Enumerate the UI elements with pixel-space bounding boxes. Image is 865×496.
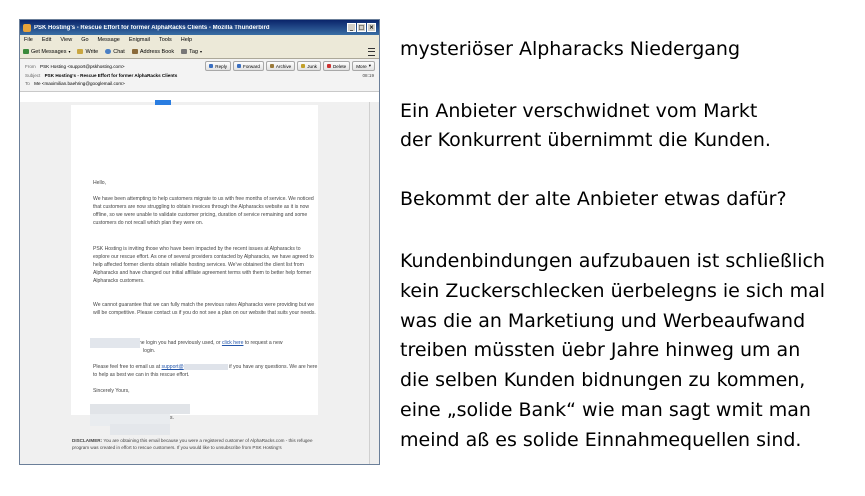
signature-suffix: s. [170, 415, 174, 421]
chevron-down-icon: ▾ [68, 49, 71, 54]
email-paragraph-3: We cannot guarantee that we can fully ma… [93, 302, 316, 316]
tag-label: Tag [189, 48, 198, 55]
from-value[interactable]: PSK Hosting <support@pskhosting.com> [40, 64, 125, 69]
notes-question: Bekommt der alte Anbieter etwas dafür? [400, 188, 787, 210]
forward-label: Forward [243, 63, 260, 69]
notes-line: was die an Marketiung und Werbeaufwand [400, 310, 806, 332]
notes-line: meind aß es solide Einnahmequellen sind. [400, 429, 802, 451]
write-label: Write [85, 48, 99, 55]
delete-label: Delete [332, 63, 347, 69]
junk-icon [301, 64, 306, 68]
reply-icon [209, 64, 214, 68]
download-icon [23, 49, 29, 54]
message-actions: Reply Forward Archive Junk Delete More ▾ [203, 61, 375, 71]
main-toolbar: Get Messages ▾ Write Chat Address Book T… [20, 45, 379, 59]
email-paragraph-2: PSK Hosting is inviting those who have b… [93, 246, 314, 284]
junk-label: Junk [307, 63, 317, 69]
message-scrollbar[interactable] [369, 102, 379, 464]
notes-line: Ein Anbieter verschwidnet vom Markt [400, 100, 758, 122]
email-closing: Sincerely Yours, [93, 388, 130, 394]
tag-icon [181, 49, 188, 54]
menubar: File Edit View Go Message Enigmail Tools… [20, 35, 379, 45]
subject-label: Subject [25, 73, 41, 78]
menu-help[interactable]: Help [181, 37, 192, 43]
email-content: Hello, We have been attempting to help c… [71, 105, 318, 415]
menu-tools[interactable]: Tools [159, 37, 172, 43]
window-titlebar: PSK Hosting's - Rescue Effort for former… [20, 20, 379, 35]
email-greeting: Hello, [93, 180, 107, 186]
header-to: To Me <maximilian.baehring@googlemail.co… [25, 81, 125, 86]
address-book-icon [131, 49, 138, 54]
email-text: to request a new [243, 340, 283, 346]
archive-icon [269, 64, 274, 68]
address-book-button[interactable]: Address Book [131, 48, 175, 55]
from-label: From [25, 64, 36, 69]
redacted-signature [110, 424, 170, 435]
minimize-button[interactable]: _ [347, 23, 356, 32]
address-book-label: Address Book [139, 48, 175, 55]
chat-bubble-icon [105, 49, 112, 54]
email-paragraph-4-line-2: login. [143, 348, 156, 354]
header-subject: Subject PSK Hosting's - Rescue Effort fo… [25, 73, 177, 78]
forward-icon [237, 64, 242, 68]
thunderbird-window: PSK Hosting's - Rescue Effort for former… [19, 19, 380, 465]
to-label: To [25, 81, 30, 86]
message-time: 08:19 [362, 73, 375, 78]
subject-value: PSK Hosting's - Rescue Effort for former… [44, 73, 178, 78]
redacted-email-domain [183, 363, 228, 370]
email-paragraph-1: We have been attempting to help customer… [93, 196, 314, 226]
chevron-down-icon: ▾ [368, 63, 371, 68]
junk-button[interactable]: Junk [297, 61, 321, 71]
more-button[interactable]: More ▾ [352, 61, 375, 71]
menu-file[interactable]: File [24, 37, 33, 43]
get-messages-button[interactable]: Get Messages ▾ [23, 49, 70, 55]
header-from: From PSK Hosting <support@pskhosting.com… [25, 64, 125, 69]
menu-message[interactable]: Message [98, 37, 120, 43]
chat-button[interactable]: Chat [105, 49, 125, 55]
menu-view[interactable]: View [60, 37, 72, 43]
email-disclaimer: DISCLAIMER: You are obtaining this email… [72, 437, 322, 451]
pencil-icon [77, 49, 84, 54]
notes-line: Kundenbindungen aufzubauen ist schließli… [400, 250, 825, 272]
notes-title: mysteriöser Alpharacks Niedergang [400, 38, 741, 60]
notes-line: die selben Kunden bidnungen zu kommen, [400, 369, 806, 391]
window-title: PSK Hosting's - Rescue Effort for former… [34, 24, 270, 31]
delete-button[interactable]: Delete [322, 61, 351, 71]
notes-line: eine „solide Bank“ wie man sagt wmit man [400, 399, 811, 421]
support-email-link[interactable]: support@ [162, 364, 184, 370]
get-messages-label: Get Messages [31, 48, 67, 55]
to-value[interactable]: Me <maximilian.baehring@googlemail.com> [34, 81, 125, 86]
message-header: Reply Forward Archive Junk Delete More ▾ … [20, 59, 379, 92]
reply-label: Reply [215, 63, 228, 69]
disclaimer-text: You are obtaining this email because you… [72, 438, 313, 450]
menu-enigmail[interactable]: Enigmail [129, 37, 150, 43]
email-paragraph-5: Please feel free to email us at support@… [93, 363, 318, 379]
tag-button[interactable]: Tag ▾ [181, 49, 202, 55]
delete-icon [326, 64, 331, 68]
email-text: Please feel free to email us at [93, 364, 162, 370]
chat-label: Chat [113, 48, 125, 55]
forward-button[interactable]: Forward [233, 61, 264, 71]
disclaimer-label: DISCLAIMER: [72, 438, 103, 443]
menu-go[interactable]: Go [81, 37, 88, 43]
archive-button[interactable]: Archive [265, 61, 296, 71]
redacted-login-pixel [90, 338, 140, 348]
notes-line: der Konkurrent übernimmt die Kunden. [400, 129, 771, 151]
close-button[interactable]: × [367, 23, 376, 32]
click-here-link[interactable]: click here [222, 340, 244, 346]
menu-edit[interactable]: Edit [42, 37, 51, 43]
reply-button[interactable]: Reply [205, 61, 232, 71]
write-button[interactable]: Write [77, 49, 98, 55]
hamburger-menu-icon[interactable] [368, 48, 375, 56]
more-label: More [356, 63, 367, 69]
archive-label: Archive [275, 63, 292, 69]
notes-line: treiben müssten üebr Jahre hinweg um an [400, 339, 801, 361]
thunderbird-icon [23, 23, 31, 32]
chevron-down-icon: ▾ [199, 49, 202, 54]
redacted-signature [90, 404, 190, 414]
maximize-button[interactable]: □ [357, 23, 366, 32]
notes-line: kein Zuckerschlecken üerbelegns ie sich … [400, 280, 826, 302]
